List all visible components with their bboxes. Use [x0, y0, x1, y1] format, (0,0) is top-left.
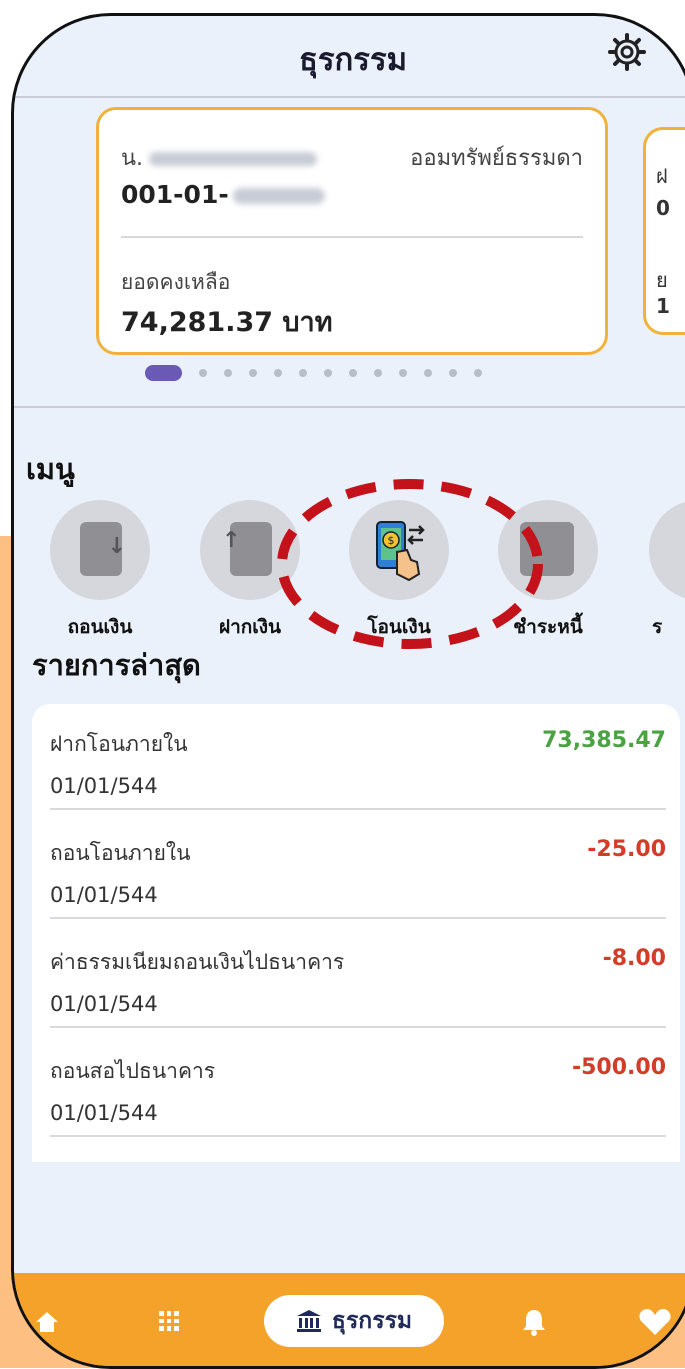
- carousel-dot[interactable]: [249, 369, 257, 377]
- account-number: 001-01-: [121, 180, 325, 209]
- carousel-dot[interactable]: [324, 369, 332, 377]
- withdraw-icon: [50, 500, 150, 600]
- transaction-amount: -8.00: [602, 946, 666, 971]
- redacted-name: [149, 152, 318, 166]
- carousel-dot-active[interactable]: [145, 365, 182, 381]
- menu-item-withdraw[interactable]: ถอนเงิน: [45, 500, 155, 642]
- transaction-description: ถอนโอนภายใน: [50, 841, 191, 865]
- carousel-dot[interactable]: [199, 369, 207, 377]
- row-divider: [50, 1026, 666, 1028]
- section-divider: [14, 406, 685, 408]
- transaction-date: 01/01/544: [50, 1101, 158, 1125]
- carousel-dot[interactable]: [224, 369, 232, 377]
- list-item[interactable]: ถอนสอไปธนาคาร 01/01/544 -500.00: [32, 1031, 680, 1137]
- carousel-dot[interactable]: [424, 369, 432, 377]
- carousel-dot[interactable]: [474, 369, 482, 377]
- phone-screen: ธุรกรรม น. ออมทรัพย์ธรรมดา 001-01- ยอดคง…: [11, 13, 685, 1369]
- nav-item-label: ธุรกรรม: [331, 1308, 413, 1334]
- carousel-dot[interactable]: [299, 369, 307, 377]
- nav-item-transactions[interactable]: ธุรกรรม: [264, 1295, 444, 1347]
- transaction-amount: -500.00: [571, 1055, 666, 1080]
- row-divider: [50, 1135, 666, 1137]
- transaction-date: 01/01/544: [50, 992, 158, 1016]
- menu-item-label: ร: [652, 616, 663, 638]
- balance-label: ยอดคงเหลือ: [121, 270, 231, 294]
- bottom-nav: ธุรกรรม: [14, 1273, 685, 1366]
- next-card-text-3: ย: [656, 268, 668, 292]
- carousel-dot[interactable]: [349, 369, 357, 377]
- row-divider: [50, 917, 666, 919]
- bell-icon[interactable]: [521, 1307, 547, 1337]
- transaction-date: 01/01/544: [50, 883, 158, 907]
- account-type: ออมทรัพย์ธรรมดา: [410, 146, 583, 171]
- highlight-ellipse: [277, 479, 543, 649]
- balance-value: 74,281.37 บาท: [121, 307, 333, 338]
- menu-item-label: ถอนเงิน: [67, 616, 133, 638]
- grid-icon[interactable]: [159, 1311, 179, 1331]
- carousel-dot[interactable]: [449, 369, 457, 377]
- page-title: ธุรกรรม: [298, 42, 408, 78]
- transaction-amount: 73,385.47: [542, 728, 666, 753]
- home-icon[interactable]: [34, 1309, 60, 1335]
- heart-icon[interactable]: [638, 1307, 672, 1337]
- menu-title: เมนู: [26, 452, 75, 486]
- transaction-amount: -25.00: [587, 837, 666, 862]
- next-card-text-2: 0: [656, 196, 670, 220]
- more-icon: [649, 500, 685, 600]
- redacted-number: [232, 188, 325, 204]
- recent-title: รายการล่าสุด: [32, 648, 201, 682]
- list-item[interactable]: ถอนโอนภายใน 01/01/544 -25.00: [32, 813, 680, 919]
- gear-icon[interactable]: [603, 30, 651, 74]
- carousel-indicator[interactable]: [145, 365, 482, 381]
- account-card[interactable]: น. ออมทรัพย์ธรรมดา 001-01- ยอดคงเหลือ 74…: [96, 107, 608, 355]
- account-owner: น.: [121, 140, 318, 175]
- bank-icon: [296, 1310, 321, 1332]
- transaction-description: ฝากโอนภายใน: [50, 732, 188, 756]
- list-item[interactable]: ค่าธรรมเนียมถอนเงินไปธนาคาร 01/01/544 -8.0…: [32, 922, 680, 1028]
- next-card-text-1: ฝ: [656, 164, 668, 188]
- next-card-text-4: 1: [656, 294, 670, 318]
- transaction-description: ถอนสอไปธนาคาร: [50, 1059, 216, 1083]
- carousel-dot[interactable]: [399, 369, 407, 377]
- list-item[interactable]: ฝากโอนภายใน 01/01/544 73,385.47: [32, 704, 680, 810]
- account-card-next[interactable]: ฝ 0 ย 1: [643, 127, 685, 335]
- transaction-date: 01/01/544: [50, 774, 158, 798]
- menu-item-more[interactable]: ร: [644, 500, 685, 642]
- row-divider: [50, 808, 666, 810]
- transaction-list[interactable]: ถอนสอไปธนาคาร 01/01/544 -500.00 ค่าธรรมเนีย…: [32, 704, 680, 1162]
- transaction-description: ค่าธรรมเนียมถอนเงินไปธนาคาร: [50, 950, 345, 974]
- header-divider: [14, 96, 685, 98]
- carousel-dot[interactable]: [274, 369, 282, 377]
- carousel-dot[interactable]: [374, 369, 382, 377]
- card-divider: [121, 236, 583, 238]
